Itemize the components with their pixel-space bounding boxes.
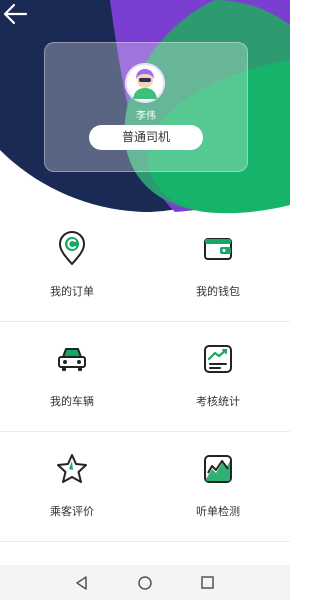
menu-item-passenger-reviews[interactable]: 乘客评价	[0, 433, 144, 541]
menu-item-my-vehicle[interactable]: 我的车辆	[0, 323, 144, 431]
role-badge[interactable]: 普通司机	[89, 125, 203, 150]
avatar-icon	[125, 63, 165, 103]
menu-item-assessment-stats[interactable]: 考核统计	[146, 323, 290, 431]
car-icon	[58, 348, 86, 371]
back-arrow-icon[interactable]	[0, 0, 32, 28]
home-circle-icon[interactable]	[135, 573, 155, 593]
menu-item-label: 考核统计	[196, 396, 240, 408]
recent-square-icon[interactable]	[198, 573, 218, 593]
system-navigation-bar	[0, 565, 290, 600]
user-name: 李伟	[136, 111, 156, 122]
listen-check-icon	[204, 455, 232, 483]
divider	[0, 321, 290, 322]
menu-item-listen-check[interactable]: 听单检测	[146, 433, 290, 541]
wallet-icon	[204, 238, 232, 260]
location-pin-icon	[58, 231, 86, 266]
star-icon	[57, 454, 87, 483]
stats-chart-icon	[204, 345, 232, 373]
divider	[0, 541, 290, 542]
menu-item-my-wallet[interactable]: 我的钱包	[146, 213, 290, 321]
divider	[0, 431, 290, 432]
menu-item-label: 听单检测	[196, 506, 240, 518]
avatar[interactable]	[125, 63, 165, 103]
menu-item-label: 我的订单	[50, 286, 94, 298]
menu-item-label: 乘客评价	[50, 506, 94, 518]
profile-card: 李伟 普通司机	[44, 42, 248, 172]
menu-item-label: 我的钱包	[196, 286, 240, 298]
profile-header: 李伟 普通司机	[0, 0, 290, 215]
menu-item-my-orders[interactable]: 我的订单	[0, 213, 144, 321]
menu-item-label: 我的车辆	[50, 396, 94, 408]
back-triangle-icon[interactable]	[72, 573, 92, 593]
